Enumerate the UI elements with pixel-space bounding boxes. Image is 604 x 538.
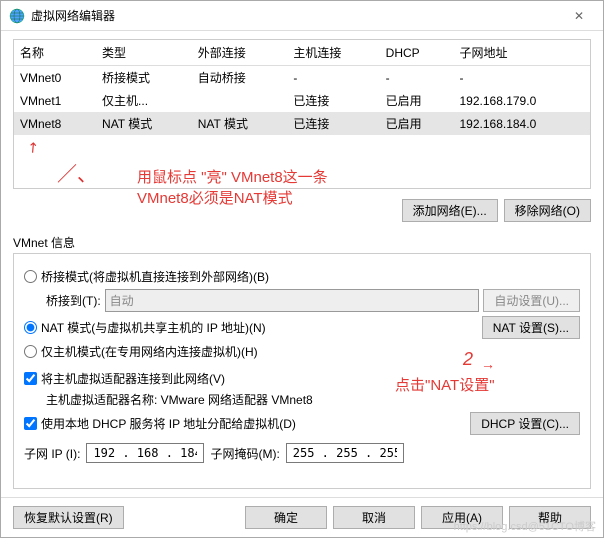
bridge-to-label: 桥接到(T):: [46, 292, 101, 309]
vmnet-info-group: 桥接模式(将虚拟机直接连接到外部网络)(B) 桥接到(T): 自动 自动设置(U…: [13, 253, 591, 489]
table-row[interactable]: VMnet0桥接模式自动桥接---: [14, 66, 590, 90]
table-header[interactable]: 名称: [14, 40, 96, 66]
host-adapter-checkbox[interactable]: [24, 372, 37, 385]
subnet-mask-label: 子网掩码(M):: [210, 445, 279, 462]
globe-icon: [9, 8, 25, 24]
ok-button[interactable]: 确定: [245, 506, 327, 529]
dhcp-checkbox[interactable]: [24, 417, 37, 430]
table-header[interactable]: 外部连接: [192, 40, 288, 66]
annotation-swoosh: ／、: [57, 161, 97, 189]
bridge-radio-label: 桥接模式(将虚拟机直接连接到外部网络)(B): [41, 268, 269, 285]
nat-settings-button[interactable]: NAT 设置(S)...: [482, 316, 580, 339]
subnet-mask-input[interactable]: [286, 443, 404, 463]
bridge-radio[interactable]: [24, 270, 37, 283]
table-header[interactable]: 子网地址: [454, 40, 591, 66]
close-button[interactable]: ✕: [559, 2, 599, 30]
auto-settings-button: 自动设置(U)...: [483, 289, 580, 312]
table-row[interactable]: VMnet8NAT 模式NAT 模式已连接已启用192.168.184.0: [14, 112, 590, 135]
cancel-button[interactable]: 取消: [333, 506, 415, 529]
hostonly-radio-label: 仅主机模式(在专用网络内连接虚拟机)(H): [41, 343, 258, 360]
help-button[interactable]: 帮助: [509, 506, 591, 529]
nat-radio[interactable]: [24, 321, 37, 334]
window-title: 虚拟网络编辑器: [31, 7, 115, 24]
restore-defaults-button[interactable]: 恢复默认设置(R): [13, 506, 124, 529]
table-row[interactable]: VMnet1仅主机...已连接已启用192.168.179.0: [14, 89, 590, 112]
table-header[interactable]: 主机连接: [287, 40, 379, 66]
vmnet-info-label: VMnet 信息: [13, 234, 591, 251]
subnet-ip-input[interactable]: [86, 443, 204, 463]
table-header[interactable]: DHCP: [380, 40, 454, 66]
annotation-1: 用鼠标点 "亮" VMnet8这一条 VMnet8必须是NAT模式: [137, 167, 328, 209]
host-adapter-label: 将主机虚拟适配器连接到此网络(V): [41, 370, 225, 387]
bridge-select: 自动: [105, 289, 480, 312]
hostonly-radio[interactable]: [24, 345, 37, 358]
apply-button[interactable]: 应用(A): [421, 506, 503, 529]
remove-network-button[interactable]: 移除网络(O): [504, 199, 591, 222]
subnet-ip-label: 子网 IP (I):: [24, 445, 80, 462]
host-adapter-name: 主机虚拟适配器名称: VMware 网络适配器 VMnet8: [46, 391, 313, 408]
dhcp-label: 使用本地 DHCP 服务将 IP 地址分配给虚拟机(D): [41, 415, 296, 432]
table-header[interactable]: 类型: [96, 40, 192, 66]
titlebar: 虚拟网络编辑器 ✕: [1, 1, 603, 31]
nat-radio-label: NAT 模式(与虚拟机共享主机的 IP 地址)(N): [41, 319, 266, 336]
add-network-button[interactable]: 添加网络(E)...: [402, 199, 498, 222]
dhcp-settings-button[interactable]: DHCP 设置(C)...: [470, 412, 580, 435]
